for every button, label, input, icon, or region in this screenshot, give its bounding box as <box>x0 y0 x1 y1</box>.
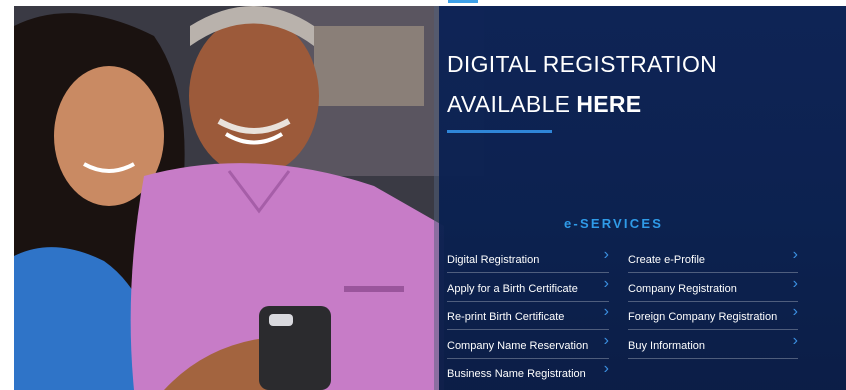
eservices-title: e-SERVICES <box>564 216 664 231</box>
service-buy-information[interactable]: Buy Information › <box>628 331 798 359</box>
service-label: Digital Registration <box>447 254 540 266</box>
headline-underline <box>447 130 552 133</box>
service-label: Buy Information <box>628 340 706 352</box>
service-label: Company Name Reservation <box>447 340 589 352</box>
service-apply-birth-certificate[interactable]: Apply for a Birth Certificate › <box>447 274 609 302</box>
service-business-name-registration[interactable]: Business Name Registration › <box>447 359 609 387</box>
headline-line1: DIGITAL REGISTRATION <box>447 51 718 77</box>
top-accent-bar <box>448 0 478 3</box>
service-digital-registration[interactable]: Digital Registration › <box>447 245 609 273</box>
chevron-right-icon: › <box>792 303 798 320</box>
service-company-name-reservation[interactable]: Company Name Reservation › <box>447 331 609 359</box>
chevron-right-icon: › <box>792 332 798 349</box>
service-label: Foreign Company Registration <box>628 311 778 323</box>
headline-available: AVAILABLE <box>447 91 571 117</box>
headline-here: HERE <box>576 91 642 117</box>
chevron-right-icon: › <box>603 246 609 263</box>
service-create-eprofile[interactable]: Create e-Profile › <box>628 245 798 273</box>
chevron-right-icon: › <box>603 360 609 377</box>
service-label: Business Name Registration <box>447 368 586 380</box>
service-label: Apply for a Birth Certificate <box>447 283 578 295</box>
chevron-right-icon: › <box>792 246 798 263</box>
service-reprint-birth-certificate[interactable]: Re-print Birth Certificate › <box>447 302 609 330</box>
chevron-right-icon: › <box>603 275 609 292</box>
headline: DIGITAL REGISTRATION AVAILABLE HERE <box>447 44 717 124</box>
headline-line2: AVAILABLE HERE <box>447 84 717 124</box>
service-label: Re-print Birth Certificate <box>447 311 565 323</box>
chevron-right-icon: › <box>603 303 609 320</box>
service-label: Create e-Profile <box>628 254 706 266</box>
chevron-right-icon: › <box>792 275 798 292</box>
service-label: Company Registration <box>628 283 737 295</box>
service-company-registration[interactable]: Company Registration › <box>628 274 798 302</box>
service-foreign-company-registration[interactable]: Foreign Company Registration › <box>628 302 798 330</box>
eservices-list: Digital Registration › Apply for a Birth… <box>447 245 827 385</box>
chevron-right-icon: › <box>603 332 609 349</box>
